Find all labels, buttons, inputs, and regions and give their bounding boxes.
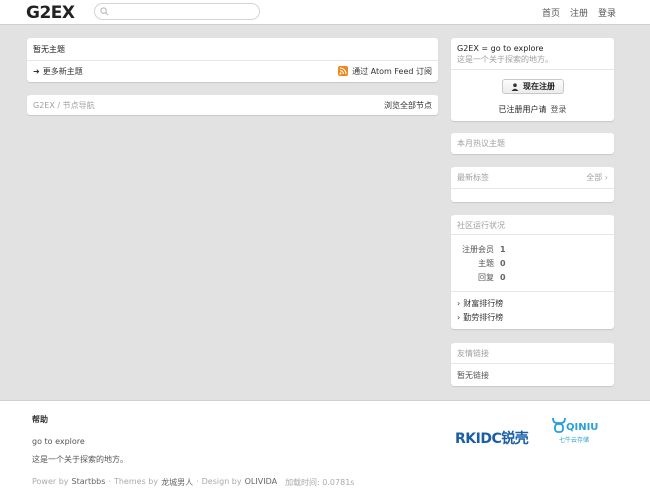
rkidc-logo[interactable]: RKIDC锐壳 xyxy=(455,428,529,448)
hot-topics-title: 本月热议主题 xyxy=(457,138,505,148)
intro-desc: 这是一个关于探索的地方。 xyxy=(457,54,553,64)
community-status-card: 社区运行状况 注册会员 1 主题 0 回复 0 › 财富排行榜 › 勤劳排行榜 xyxy=(451,215,614,329)
divider xyxy=(451,363,614,364)
chevron-right-icon: › xyxy=(457,298,461,308)
footer: 帮助 go to explore 这是一个关于探索的地方。 Power by S… xyxy=(0,400,650,494)
footer-tagline: go to explore xyxy=(32,437,85,446)
divider xyxy=(451,69,614,70)
no-links-text: 暂无链接 xyxy=(457,370,489,380)
designer-link[interactable]: OLIVIDA xyxy=(245,477,277,488)
separator: · xyxy=(196,477,199,486)
footer-help-link[interactable]: 帮助 xyxy=(32,414,48,425)
intro-card: G2EX = go to explore 这是一个关于探索的地方。 现在注册 已… xyxy=(451,38,614,121)
tags-title: 最新标签 xyxy=(457,172,489,182)
top-bar: G2EX 首页 注册 登录 xyxy=(0,0,650,25)
sidebar-login-link[interactable]: 登录 xyxy=(551,104,567,115)
browse-nodes-link[interactable]: 浏览全部节点 xyxy=(384,100,432,111)
register-button[interactable]: 现在注册 xyxy=(502,79,564,94)
qiniu-bull-icon xyxy=(552,417,566,433)
hot-topics-card: 本月热议主题 xyxy=(451,133,614,154)
all-tags-link[interactable]: 全部 › xyxy=(586,172,608,183)
divider xyxy=(451,291,614,292)
startbbs-link[interactable]: Startbbs xyxy=(72,477,106,488)
stat-topics: 主题 0 xyxy=(455,258,506,269)
stat-replies: 回复 0 xyxy=(455,272,506,283)
rss-icon xyxy=(338,66,349,76)
stat-members: 注册会员 1 xyxy=(455,244,506,255)
nav-register[interactable]: 注册 xyxy=(570,6,588,19)
stat-value: 0 xyxy=(500,273,506,282)
more-topics-label: 更多新主题 xyxy=(42,66,83,76)
friend-links-title: 友情链接 xyxy=(457,348,489,358)
footer-credits: Power by Startbbs · Themes by 龙城男人 · Des… xyxy=(32,477,354,488)
separator: · xyxy=(108,477,111,486)
active-rank-link[interactable]: 勤劳排行榜 xyxy=(463,312,503,323)
atom-feed-label: 通过 Atom Feed 订阅 xyxy=(352,66,432,76)
stat-value: 0 xyxy=(500,259,506,268)
site-logo[interactable]: G2EX xyxy=(26,3,75,23)
registered-prompt: 已注册用户请 xyxy=(498,104,547,114)
user-icon xyxy=(511,82,519,91)
chevron-right-icon: › xyxy=(457,312,461,322)
stat-label: 回复 xyxy=(478,273,494,282)
design-prefix: Design by xyxy=(201,477,242,486)
footer-desc: 这是一个关于探索的地方。 xyxy=(32,455,128,464)
divider xyxy=(451,234,614,235)
search-icon xyxy=(100,7,109,16)
search-box[interactable] xyxy=(94,3,260,20)
divider xyxy=(27,60,438,61)
more-topics-link[interactable]: ➜ 更多新主题 xyxy=(33,66,83,77)
topics-title: 暂无主题 xyxy=(33,44,65,54)
divider xyxy=(451,188,614,189)
intro-title: G2EX = go to explore xyxy=(457,43,544,53)
register-label: 现在注册 xyxy=(523,82,555,91)
power-prefix: Power by xyxy=(32,477,69,486)
top-nav: 首页 注册 登录 xyxy=(542,6,616,19)
qiniu-logo[interactable]: QINIU 七牛云存储 xyxy=(552,417,608,445)
node-nav-card: G2EX / 节点导航 浏览全部节点 xyxy=(27,95,438,115)
friend-links-card: 友情链接 暂无链接 xyxy=(451,343,614,386)
stat-value: 1 xyxy=(500,245,506,254)
stat-label: 注册会员 xyxy=(462,245,494,254)
search-input[interactable] xyxy=(113,5,253,18)
qiniu-logo-text: QINIU xyxy=(566,422,599,433)
qiniu-logo-sub: 七牛云存储 xyxy=(559,437,590,444)
tags-card: 最新标签 全部 › xyxy=(451,167,614,202)
stat-label: 主题 xyxy=(478,259,494,268)
nav-home[interactable]: 首页 xyxy=(542,6,560,19)
node-breadcrumb: G2EX / 节点导航 xyxy=(33,100,95,110)
themes-prefix: Themes by xyxy=(113,477,159,486)
wealth-rank-link[interactable]: 财富排行榜 xyxy=(463,298,503,309)
theme-author-link[interactable]: 龙城男人 xyxy=(161,477,193,488)
atom-feed-link[interactable]: 通过 Atom Feed 订阅 xyxy=(338,66,432,77)
nav-login[interactable]: 登录 xyxy=(598,6,616,19)
community-status-title: 社区运行状况 xyxy=(457,220,505,230)
topics-card: 暂无主题 ➜ 更多新主题 通过 Atom Feed 订阅 xyxy=(27,38,438,82)
arrow-right-icon: ➜ xyxy=(33,66,40,76)
load-time: 加载时间: 0.0781s xyxy=(285,478,355,487)
rkidc-logo-text: RKIDC锐壳 xyxy=(455,431,529,447)
